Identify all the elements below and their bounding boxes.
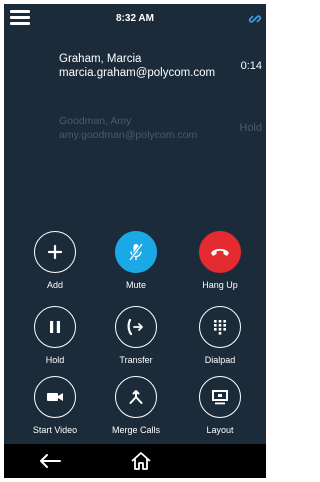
merge-icon [115,376,157,418]
hang-up-label: Hang Up [202,280,238,290]
mute-button[interactable]: Mute [101,231,171,290]
transfer-button[interactable]: Transfer [101,306,171,365]
dialpad-icon [199,306,241,348]
dialpad-button[interactable]: Dialpad [185,306,255,365]
start-video-button[interactable]: Start Video [20,376,90,435]
add-button[interactable]: Add [20,231,90,290]
layout-icon [199,376,241,418]
layout-button[interactable]: Layout [185,376,255,435]
caller-name: Goodman, Amy [59,115,132,127]
add-label: Add [46,280,63,290]
home-icon[interactable] [130,451,152,471]
navigation-bar [4,444,266,478]
hold-button[interactable]: Hold [20,306,90,365]
hold-label: Hold [45,355,65,365]
layout-label: Layout [206,425,234,435]
call-screen: 8:32 AM Graham, Marcia marcia.graham@pol… [4,4,266,478]
clock: 8:32 AM [116,13,154,24]
video-camera-icon [34,376,76,418]
call-timer: 0:14 [240,60,262,72]
caller-email: marcia.graham@polycom.com [59,67,216,79]
held-call-row[interactable]: Goodman, Amy amy.goodman@polycom.com Hol… [59,114,266,142]
pause-icon [34,306,76,348]
caller-email: amy.goodman@polycom.com [59,129,198,141]
active-call-row[interactable]: Graham, Marcia marcia.graham@polycom.com… [59,52,266,80]
transfer-label: Transfer [119,355,153,365]
call-status: Hold [239,122,262,134]
add-icon [34,231,76,273]
hang-up-button[interactable]: Hang Up [185,231,255,290]
dialpad-label: Dialpad [204,355,236,365]
caller-name: Graham, Marcia [59,53,142,65]
mute-label: Mute [125,280,146,290]
merge-calls-button[interactable]: Merge Calls [101,376,171,435]
start-video-label: Start Video [32,425,78,435]
link-icon [248,15,262,23]
back-arrow-icon[interactable] [38,453,62,469]
hang-up-phone-icon [199,231,241,273]
status-bar: 8:32 AM [4,4,266,34]
muted-microphone-icon [115,231,157,273]
merge-calls-label: Merge Calls [111,425,160,435]
transfer-icon [115,306,157,348]
